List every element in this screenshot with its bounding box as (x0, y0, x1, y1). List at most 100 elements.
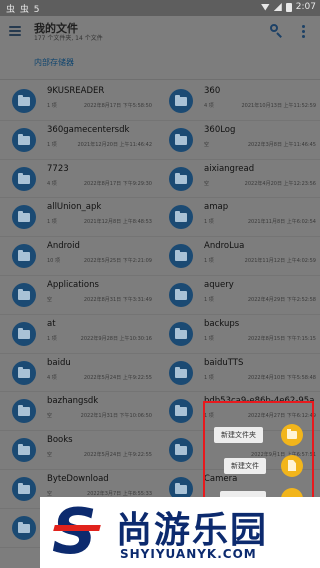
folder-icon (12, 127, 36, 152)
folder-item-count: 空 (204, 180, 210, 187)
folder-item[interactable]: backups 1 项 2022年8月15日 下午7:15:15 (158, 315, 320, 354)
folder-icon (169, 205, 193, 230)
folder-modified-date: 2021年11月8日 上午6:02:54 (247, 219, 316, 226)
folder-item[interactable]: 7723 4 项 2022年8月17日 下午9:29:30 (0, 160, 158, 199)
folder-item[interactable]: at 1 项 2022年9月28日 上午10:30:16 (0, 315, 158, 354)
breadcrumb: 内部存储器 (0, 46, 320, 80)
signal-icon (273, 3, 282, 11)
more-options-icon[interactable] (300, 23, 308, 39)
app-bar: 我的文件 177 个文件夹, 14 个文件 (0, 16, 320, 46)
folder-item[interactable]: aixiangread 空 2022年4月20日 上午12:23:56 (158, 160, 320, 199)
folder-modified-date: 2021年10月13日 上午11:52:59 (241, 103, 317, 109)
folder-modified-date: 2022年8月31日 下午3:31:49 (83, 296, 152, 303)
folder-item-count: 4 项 (204, 103, 214, 109)
status-time: 2:07 (295, 2, 316, 12)
folder-icon (12, 166, 36, 191)
folder-icon (169, 282, 193, 307)
folder-item[interactable]: AndroLua 1 项 2021年11月12日 上午4:02:59 (158, 237, 320, 276)
file-icon (288, 460, 296, 471)
folder-name: 7723 (47, 163, 69, 174)
folder-icon (169, 360, 193, 385)
folder-item-count: 1 项 (47, 335, 57, 342)
breadcrumb-internal-storage[interactable]: 内部存储器 (34, 57, 74, 68)
folder-modified-date: 2022年5月25日 下午2:21:09 (83, 258, 152, 265)
folder-name: baiduTTS (204, 357, 244, 368)
folder-modified-date: 2022年4月10日 下午5:58:48 (247, 374, 316, 381)
folder-item[interactable]: Android 10 项 2022年5月25日 下午2:21:09 (0, 237, 158, 276)
folder-item[interactable]: Books 空 2022年5月24日 上午9:22:55 (0, 431, 158, 470)
folder-item-count: 4 项 (47, 180, 57, 187)
folder-name: at (47, 318, 56, 329)
watermark-brand: 尚游乐园 (116, 510, 269, 551)
folder-icon (12, 89, 36, 113)
wifi-icon (260, 3, 270, 11)
folder-icon (12, 399, 36, 424)
folder-icon (169, 438, 193, 463)
folder-item[interactable]: aquery 1 项 2022年4月29日 下午2:52:58 (158, 276, 320, 315)
folder-name: 9KUSREADER (47, 86, 105, 96)
folder-icon (12, 282, 36, 307)
folder-name: 360gamecentersdk (47, 124, 130, 135)
folder-name: aixiangread (204, 163, 255, 174)
folder-item-count: 4 项 (47, 374, 57, 381)
folder-modified-date: 2022年4月20日 上午12:23:56 (244, 180, 316, 187)
folder-icon (12, 438, 36, 463)
new-file-label[interactable]: 新建文件 (224, 458, 266, 474)
folder-name: backups (204, 318, 240, 329)
fab-new-file-row[interactable]: 新建文件 (210, 455, 306, 477)
folder-item[interactable]: amap 1 项 2021年11月8日 上午6:02:54 (158, 198, 320, 238)
folder-item[interactable]: Applications 空 2022年8月31日 下午3:31:49 (0, 276, 158, 315)
folder-item-count: 1 项 (204, 374, 214, 381)
new-file-fab[interactable] (281, 455, 303, 477)
folder-icon (12, 321, 36, 346)
folder-name: 360 (204, 86, 221, 96)
folder-name: baidu (47, 357, 71, 368)
watermark-url: SHYIYUANYK.COM (120, 547, 257, 561)
watermark-banner: S 尚游乐园 SHYIYUANYK.COM (40, 497, 320, 568)
folder-icon (169, 89, 193, 113)
folder-item-count: 1 项 (204, 335, 214, 342)
status-right: 2:07 (260, 2, 316, 12)
folder-item[interactable]: 360 4 项 2021年10月13日 上午11:52:59 (158, 82, 320, 121)
folder-icon (169, 321, 193, 346)
watermark-logo: S (52, 501, 104, 563)
folder-modified-date: 2022年8月15日 下午7:15:15 (247, 335, 316, 342)
page-subtitle: 177 个文件夹, 14 个文件 (34, 35, 103, 42)
folder-item[interactable]: baidu 4 项 2022年5月24日 上午9:22:55 (0, 354, 158, 393)
folder-modified-date: 2022年5月24日 上午9:22:55 (83, 452, 152, 459)
folder-item[interactable]: allUnion_apk 1 项 2021年12月8日 上午8:48:53 (0, 198, 158, 238)
folder-name: amap (204, 202, 229, 213)
folder-item-count: 空 (204, 141, 210, 148)
search-icon[interactable] (268, 22, 284, 38)
folder-grid: 9KUSREADER 1 项 2022年8月17日 下午5:58:50 360 4 项 2… (0, 82, 320, 548)
folder-modified-date: 2021年11月12日 上午4:02:59 (244, 258, 316, 265)
folder-icon (169, 166, 193, 191)
folder-modified-date: 2022年8月17日 下午5:58:50 (83, 103, 152, 109)
folder-modified-date: 2022年3月7日 上午8:55:33 (87, 490, 152, 497)
folder-item-count: 1 项 (47, 219, 57, 226)
folder-name: bazhangsdk (47, 396, 99, 407)
folder-item[interactable]: bazhangsdk 空 2022年1月31日 下午10:06:50 (0, 392, 158, 432)
folder-icon (12, 244, 36, 269)
hamburger-menu-icon[interactable] (9, 24, 23, 38)
folder-icon (12, 205, 36, 230)
folder-item-count: 1 项 (47, 141, 57, 148)
folder-icon (12, 360, 36, 385)
folder-item[interactable]: baiduTTS 1 项 2022年4月10日 下午5:58:48 (158, 354, 320, 393)
folder-item-count: 1 项 (204, 258, 214, 265)
folder-modified-date: 2022年4月29日 下午2:52:58 (247, 296, 316, 303)
status-notification-icons: 虫 虫 5 (6, 5, 41, 15)
folder-item-count: 空 (47, 452, 53, 459)
folder-name: Android (47, 241, 80, 252)
folder-modified-date: 2022年4月27日 下午6:12:49 (247, 413, 316, 420)
folder-item[interactable]: 360Log 空 2022年3月8日 上午11:46:45 (158, 121, 320, 160)
folder-item-count: 空 (47, 413, 53, 420)
folder-item-count: 空 (47, 296, 53, 303)
folder-name: ByteDownload (47, 473, 109, 484)
folder-icon (169, 127, 193, 152)
folder-icon (169, 399, 193, 424)
folder-item[interactable]: 360gamecentersdk 1 项 2021年12月20日 上午11:46:4… (0, 121, 158, 160)
folder-name: allUnion_apk (47, 202, 102, 213)
folder-modified-date: 2022年5月24日 上午9:22:55 (83, 374, 152, 381)
folder-item[interactable]: 9KUSREADER 1 项 2022年8月17日 下午5:58:50 (0, 82, 158, 121)
